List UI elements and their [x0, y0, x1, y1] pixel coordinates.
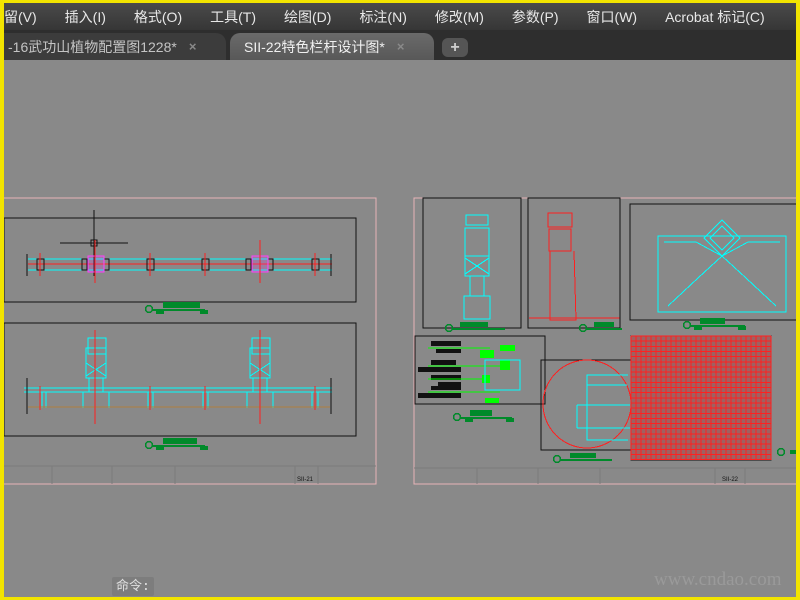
close-icon[interactable]: ×	[189, 39, 197, 54]
command-line[interactable]: 命令:	[112, 577, 154, 596]
watermark: www.cndao.com	[654, 569, 782, 590]
menu-acrobat[interactable]: Acrobat 标记(C)	[651, 7, 779, 27]
sheet-number: SII-22	[722, 477, 739, 483]
menu-dimension[interactable]: 标注(N)	[345, 7, 420, 27]
cad-window: 留(V) 插入(I) 格式(O) 工具(T) 绘图(D) 标注(N) 修改(M)…	[4, 3, 796, 597]
elevation-frame	[4, 322, 357, 437]
menu-view[interactable]: 留(V)	[4, 7, 51, 27]
new-tab-button[interactable]: +	[442, 38, 468, 57]
tab-railing-design[interactable]: SII-22特色栏杆设计图* ×	[230, 33, 434, 60]
view-label-elevation	[144, 438, 208, 450]
title-block	[414, 467, 796, 484]
tab-planting-plan[interactable]: -16武功山植物配置图1228* ×	[4, 33, 226, 60]
menu-bar: 留(V) 插入(I) 格式(O) 工具(T) 绘图(D) 标注(N) 修改(M)…	[4, 3, 796, 30]
menu-parameters[interactable]: 参数(P)	[498, 7, 573, 27]
view-label-detail	[452, 410, 514, 422]
tab-label: -16武功山植物配置图1228*	[8, 38, 177, 55]
sheet-number: SII-21	[297, 477, 314, 483]
document-tab-bar: -16武功山植物配置图1228* × SII-22特色栏杆设计图* × +	[4, 30, 796, 60]
menu-format[interactable]: 格式(O)	[120, 7, 196, 27]
menu-draw[interactable]: 绘图(D)	[270, 7, 345, 27]
drawing-canvas[interactable]: SII-21 SII-22	[4, 60, 796, 597]
view-label-plan	[144, 302, 208, 314]
close-icon[interactable]: ×	[397, 39, 405, 54]
menu-insert[interactable]: 插入(I)	[51, 7, 120, 27]
tab-label: SII-22特色栏杆设计图*	[244, 38, 385, 55]
sheet-sii-21: SII-21	[4, 197, 377, 485]
menu-window[interactable]: 窗口(W)	[573, 7, 652, 27]
title-block	[4, 465, 376, 484]
plan-frame	[4, 217, 357, 303]
menu-modify[interactable]: 修改(M)	[421, 7, 498, 27]
sheet-sii-22: SII-22	[413, 197, 796, 485]
menu-tools[interactable]: 工具(T)	[196, 7, 270, 27]
